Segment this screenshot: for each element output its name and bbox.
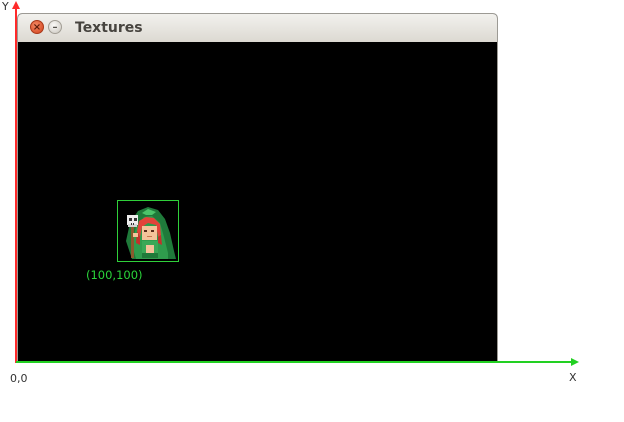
y-axis-arrow-icon	[12, 1, 20, 9]
sprite-bounding-box	[117, 200, 179, 262]
x-axis-label: X	[569, 371, 577, 384]
window-titlebar[interactable]: × – Textures	[18, 14, 497, 43]
x-axis-arrow-icon	[571, 358, 579, 366]
minimize-icon[interactable]: –	[48, 20, 62, 34]
textures-window: × – Textures (100,100)	[17, 13, 498, 362]
close-icon[interactable]: ×	[30, 20, 44, 34]
y-axis-label: Y	[2, 0, 9, 13]
origin-label: 0,0	[10, 372, 28, 385]
x-axis-line	[16, 361, 574, 363]
y-axis-line	[15, 8, 17, 363]
window-title: Textures	[75, 20, 143, 36]
render-canvas[interactable]: (100,100)	[18, 42, 497, 362]
hooded-wizard-sprite-icon	[126, 207, 176, 259]
sprite-position-label: (100,100)	[86, 268, 143, 282]
